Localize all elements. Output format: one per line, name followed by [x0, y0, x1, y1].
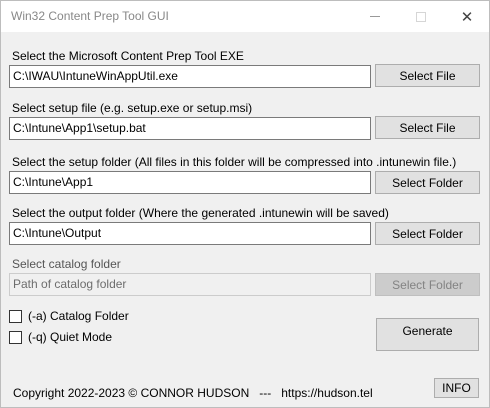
maximize-button[interactable] [398, 1, 444, 32]
exe-label: Select the Microsoft Content Prep Tool E… [12, 49, 244, 63]
select-exe-button[interactable]: Select File [375, 64, 480, 87]
catalog-folder-checkbox[interactable] [9, 309, 22, 323]
close-button[interactable]: ✕ [444, 1, 490, 32]
setup-file-label: Select setup file (e.g. setup.exe or set… [12, 101, 253, 115]
setup-folder-field[interactable]: C:\Intune\App1 [9, 171, 371, 194]
window-title: Win32 Content Prep Tool GUI [11, 9, 169, 23]
generate-button[interactable]: Generate [376, 318, 479, 351]
minimize-button[interactable] [352, 1, 398, 32]
select-setup-file-button[interactable]: Select File [375, 116, 480, 139]
info-button[interactable]: INFO [434, 378, 479, 398]
catalog-folder-option[interactable]: (-a) Catalog Folder [9, 309, 129, 323]
output-folder-field[interactable]: C:\Intune\Output [9, 222, 371, 245]
quiet-mode-checkbox[interactable] [9, 330, 22, 344]
exe-path-field[interactable]: C:\IWAU\IntuneWinAppUtil.exe [9, 65, 371, 88]
output-folder-label: Select the output folder (Where the gene… [12, 206, 389, 220]
maximize-icon [416, 11, 426, 22]
catalog-folder-field[interactable]: Path of catalog folder [9, 273, 371, 296]
quiet-mode-option-label: (-q) Quiet Mode [28, 330, 113, 344]
select-setup-folder-button[interactable]: Select Folder [375, 171, 480, 194]
title-bar: Win32 Content Prep Tool GUI ✕ [1, 1, 489, 32]
minimize-icon [370, 16, 380, 17]
catalog-folder-label: Select catalog folder [12, 257, 121, 271]
app-window: Win32 Content Prep Tool GUI ✕ Select the… [0, 0, 490, 408]
setup-folder-label: Select the setup folder (All files in th… [12, 155, 457, 169]
quiet-mode-option[interactable]: (-q) Quiet Mode [9, 330, 112, 344]
copyright-text: Copyright 2022-2023 © CONNOR HUDSON --- … [13, 386, 373, 400]
select-catalog-folder-button[interactable]: Select Folder [375, 273, 480, 296]
close-icon: ✕ [460, 8, 474, 26]
setup-file-field[interactable]: C:\Intune\App1\setup.bat [9, 117, 371, 140]
select-output-folder-button[interactable]: Select Folder [375, 222, 480, 245]
catalog-folder-option-label: (-a) Catalog Folder [28, 309, 129, 323]
